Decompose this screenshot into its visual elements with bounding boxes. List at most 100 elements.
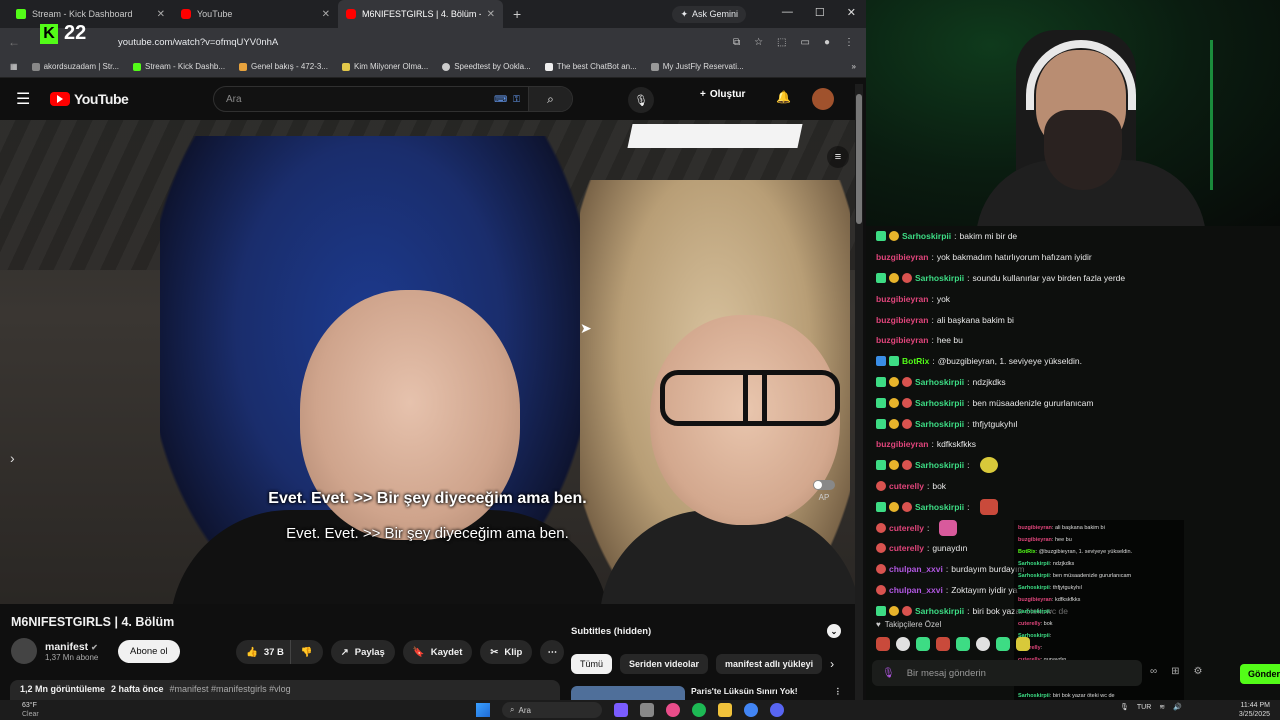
search-input[interactable] bbox=[214, 93, 495, 105]
video-menu-icon[interactable]: ≡ bbox=[827, 146, 849, 168]
bookmark-item[interactable]: The best ChatBot an... bbox=[544, 62, 637, 71]
chat-username[interactable]: Sarhoskirpii bbox=[915, 398, 964, 408]
chip-all[interactable]: Tümü bbox=[571, 654, 613, 674]
chat-username[interactable]: Sarhoskirpii bbox=[915, 377, 964, 387]
chevron-right-icon[interactable]: › bbox=[830, 657, 834, 671]
more-actions-button[interactable]: ⋯ bbox=[540, 640, 565, 664]
chat-username[interactable]: cuterelly bbox=[889, 543, 924, 553]
close-window-icon[interactable]: ✕ bbox=[847, 6, 856, 19]
bookmark-item[interactable]: Kim Milyoner Olma... bbox=[341, 62, 428, 71]
microphone-icon[interactable]: 🎙 bbox=[882, 668, 895, 679]
profile-icon[interactable]: ● bbox=[824, 37, 830, 48]
bookmark-star-icon[interactable]: ☆ bbox=[754, 37, 763, 48]
bookmark-item[interactable]: Speedtest by Ookla... bbox=[442, 62, 531, 71]
file-explorer-icon[interactable] bbox=[718, 703, 732, 717]
volume-icon[interactable]: 🔊 bbox=[1173, 703, 1182, 711]
translate-icon[interactable]: ⚿ bbox=[513, 94, 520, 105]
close-icon[interactable]: ✕ bbox=[487, 9, 495, 20]
chat-username[interactable]: chulpan_xxvi bbox=[889, 585, 943, 595]
bookmarks-overflow-icon[interactable]: » bbox=[852, 62, 856, 71]
share-button[interactable]: ↗ Paylaş bbox=[330, 640, 395, 664]
install-icon[interactable]: ⧉ bbox=[733, 37, 740, 48]
microphone-icon[interactable]: 🎙 bbox=[1120, 703, 1129, 711]
clip-button[interactable]: ✂ Klip bbox=[480, 640, 533, 664]
chat-username[interactable]: cuterelly bbox=[889, 523, 924, 533]
emote-icon[interactable] bbox=[1016, 637, 1030, 651]
task-view-icon[interactable] bbox=[640, 703, 654, 717]
bookmark-item[interactable]: Genel bakış - 472-3... bbox=[239, 62, 328, 71]
chat-username[interactable]: buzgibieyran bbox=[876, 294, 928, 304]
tab-youtube[interactable]: YouTube ✕ bbox=[173, 0, 338, 28]
chat-username[interactable]: chulpan_xxvi bbox=[889, 564, 943, 574]
save-button[interactable]: 🔖 Kaydet bbox=[402, 640, 473, 664]
search-button[interactable]: ⌕ bbox=[528, 87, 572, 111]
emote-icon[interactable] bbox=[976, 637, 990, 651]
minimize-icon[interactable]: — bbox=[782, 6, 793, 19]
chat-username[interactable]: cuterelly bbox=[889, 481, 924, 491]
chat-username[interactable]: Sarhoskirpii bbox=[902, 231, 951, 241]
hamburger-menu-icon[interactable]: ☰ bbox=[16, 89, 40, 109]
create-button[interactable]: + Oluştur bbox=[700, 89, 745, 100]
page-scrollbar[interactable] bbox=[855, 84, 863, 700]
spotify-icon[interactable] bbox=[692, 703, 706, 717]
dislike-button[interactable]: 👎 bbox=[289, 640, 323, 664]
account-avatar[interactable] bbox=[812, 88, 834, 110]
tab-kick-dashboard[interactable]: Stream - Kick Dashboard ✕ bbox=[8, 0, 173, 28]
emote-icon[interactable] bbox=[916, 637, 930, 651]
chat-username[interactable]: Sarhoskirpii bbox=[915, 419, 964, 429]
send-button[interactable]: Gönder bbox=[1240, 664, 1280, 684]
chat-username[interactable]: buzgibieyran bbox=[876, 315, 928, 325]
bookmark-item[interactable]: My JustFly Reservati... bbox=[650, 62, 744, 71]
close-icon[interactable]: ✕ bbox=[322, 9, 330, 20]
chat-username[interactable]: Sarhoskirpii bbox=[915, 460, 964, 470]
wifi-icon[interactable]: ≋ bbox=[1159, 703, 1165, 711]
chrome-icon[interactable] bbox=[744, 703, 758, 717]
channel-avatar[interactable] bbox=[11, 638, 37, 664]
autoplay-toggle[interactable]: AP bbox=[813, 480, 835, 502]
gift-icon[interactable]: ⊞ bbox=[1171, 666, 1179, 677]
browser-menu-icon[interactable]: ⋮ bbox=[844, 37, 854, 48]
emote-icon[interactable] bbox=[996, 637, 1010, 651]
windows-start-icon[interactable] bbox=[476, 703, 490, 717]
bookmark-item[interactable]: Stream - Kick Dashb... bbox=[133, 62, 225, 71]
emote-icon[interactable] bbox=[956, 637, 970, 651]
more-vertical-icon[interactable]: ⋮ bbox=[834, 686, 843, 700]
chip-series[interactable]: Seriden videolar bbox=[620, 654, 709, 674]
video-player[interactable]: Evet. Evet. >> Bir şey diyeceğim ama ben… bbox=[0, 120, 855, 604]
taskbar-clock[interactable]: 11:44 PM 3/25/2025 bbox=[1228, 701, 1270, 719]
emote-icon[interactable] bbox=[876, 637, 890, 651]
ask-gemini-button[interactable]: ✦ Ask Gemini bbox=[672, 5, 746, 23]
app-icon[interactable] bbox=[614, 703, 628, 717]
maximize-icon[interactable]: ☐ bbox=[815, 6, 825, 19]
emote-icon[interactable] bbox=[896, 637, 910, 651]
chat-username[interactable]: Sarhoskirpii bbox=[915, 502, 964, 512]
chevron-right-icon[interactable]: › bbox=[10, 450, 15, 466]
language-indicator[interactable]: TUR bbox=[1137, 704, 1151, 711]
discord-icon[interactable] bbox=[770, 703, 784, 717]
chat-username[interactable]: buzgibieyran bbox=[876, 439, 928, 449]
subscribe-button[interactable]: Abone ol bbox=[118, 640, 180, 663]
chat-username[interactable]: buzgibieyran bbox=[876, 335, 928, 345]
description-box[interactable]: 1,2 Mn görüntüleme 2 hafta önce #manifest … bbox=[10, 680, 560, 700]
extensions-icon[interactable]: ⬚ bbox=[777, 37, 786, 48]
recommended-video[interactable]: Paris'te Lüksün Sınırı Yok! ⋮ bbox=[571, 686, 842, 700]
url-field[interactable]: youtube.com/watch?v=ofmqUYV0nhA bbox=[118, 37, 723, 48]
scrollbar-thumb[interactable] bbox=[856, 94, 862, 224]
voice-search-button[interactable]: 🎙 bbox=[628, 87, 654, 113]
like-button[interactable]: 👍 37 B bbox=[236, 640, 290, 664]
chat-username[interactable]: Sarhoskirpii bbox=[915, 606, 964, 616]
close-icon[interactable]: ✕ bbox=[157, 9, 165, 20]
chevron-down-icon[interactable]: ⌄ bbox=[827, 624, 841, 638]
app-icon[interactable] bbox=[666, 703, 680, 717]
chip-uploader[interactable]: manifest adlı yükleyi bbox=[716, 654, 823, 674]
youtube-logo[interactable]: YouTube bbox=[50, 91, 129, 107]
settings-icon[interactable]: ⚙ bbox=[1194, 666, 1203, 677]
link-icon[interactable]: ∞ bbox=[1150, 666, 1157, 677]
taskbar-search[interactable]: ⌕ Ara bbox=[502, 702, 602, 718]
chat-username[interactable]: BotRix bbox=[902, 356, 929, 366]
subtitles-panel-header[interactable]: Subtitles (hidden) ⌄ bbox=[571, 620, 841, 642]
channel-name[interactable]: manifest ✔ bbox=[45, 641, 98, 653]
bookmark-item[interactable]: akordsuzadam | Str... bbox=[31, 62, 119, 71]
weather-widget[interactable]: 63°F Clear bbox=[22, 701, 39, 719]
back-arrow-icon[interactable]: ← bbox=[8, 35, 22, 49]
